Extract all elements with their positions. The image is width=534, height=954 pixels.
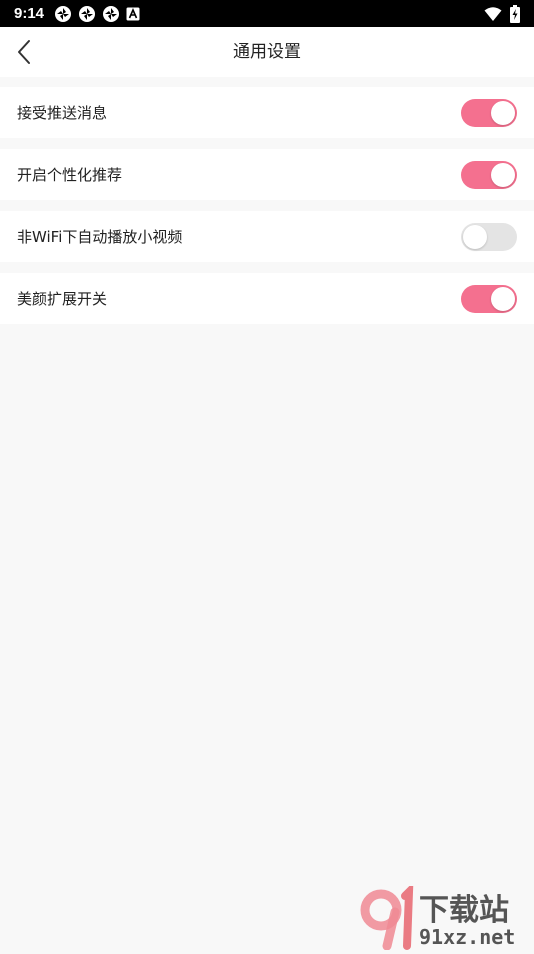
setting-label: 开启个性化推荐 — [17, 166, 123, 184]
watermark-logo: 下载站 91xz.net — [359, 881, 534, 951]
beauty-extension-toggle[interactable] — [461, 285, 517, 313]
watermark-9-icon: 下载站 91xz.net — [360, 881, 515, 951]
aperture-icon — [55, 5, 72, 22]
toggle-knob — [491, 101, 515, 125]
a-box-icon — [126, 7, 140, 20]
setting-row-autoplay-non-wifi: 非WiFi下自动播放小视频 — [0, 211, 534, 262]
toggle-knob — [463, 225, 487, 249]
personalized-recommendation-toggle[interactable] — [461, 161, 517, 189]
setting-label: 接受推送消息 — [17, 104, 108, 122]
setting-label: 非WiFi下自动播放小视频 — [17, 228, 183, 246]
watermark-text-cn: 下载站 — [419, 893, 509, 928]
aperture-icon — [79, 5, 96, 22]
autoplay-non-wifi-toggle[interactable] — [461, 223, 517, 251]
watermark-text-url: 91xz.net — [419, 925, 515, 949]
setting-label: 美颜扩展开关 — [17, 290, 108, 308]
notification-icons — [54, 5, 140, 23]
battery-charging-icon — [510, 4, 520, 23]
push-messages-toggle[interactable] — [461, 99, 517, 127]
status-time: 9:14 — [14, 5, 45, 22]
status-right-icons — [484, 4, 520, 23]
app-header: 通用设置 — [0, 27, 534, 77]
setting-row-beauty-extension: 美颜扩展开关 — [0, 273, 534, 324]
setting-row-push-messages: 接受推送消息 — [0, 87, 534, 138]
setting-row-personalized-recommendation: 开启个性化推荐 — [0, 149, 534, 200]
toggle-knob — [491, 163, 515, 187]
aperture-icon — [103, 5, 120, 22]
settings-list: 接受推送消息 开启个性化推荐 非WiFi下自动播放小视频 美颜扩展开关 — [0, 87, 534, 335]
page-title: 通用设置 — [233, 42, 301, 62]
toggle-knob — [491, 287, 515, 311]
status-bar: 9:14 — [0, 0, 534, 27]
wifi-icon — [484, 6, 502, 21]
